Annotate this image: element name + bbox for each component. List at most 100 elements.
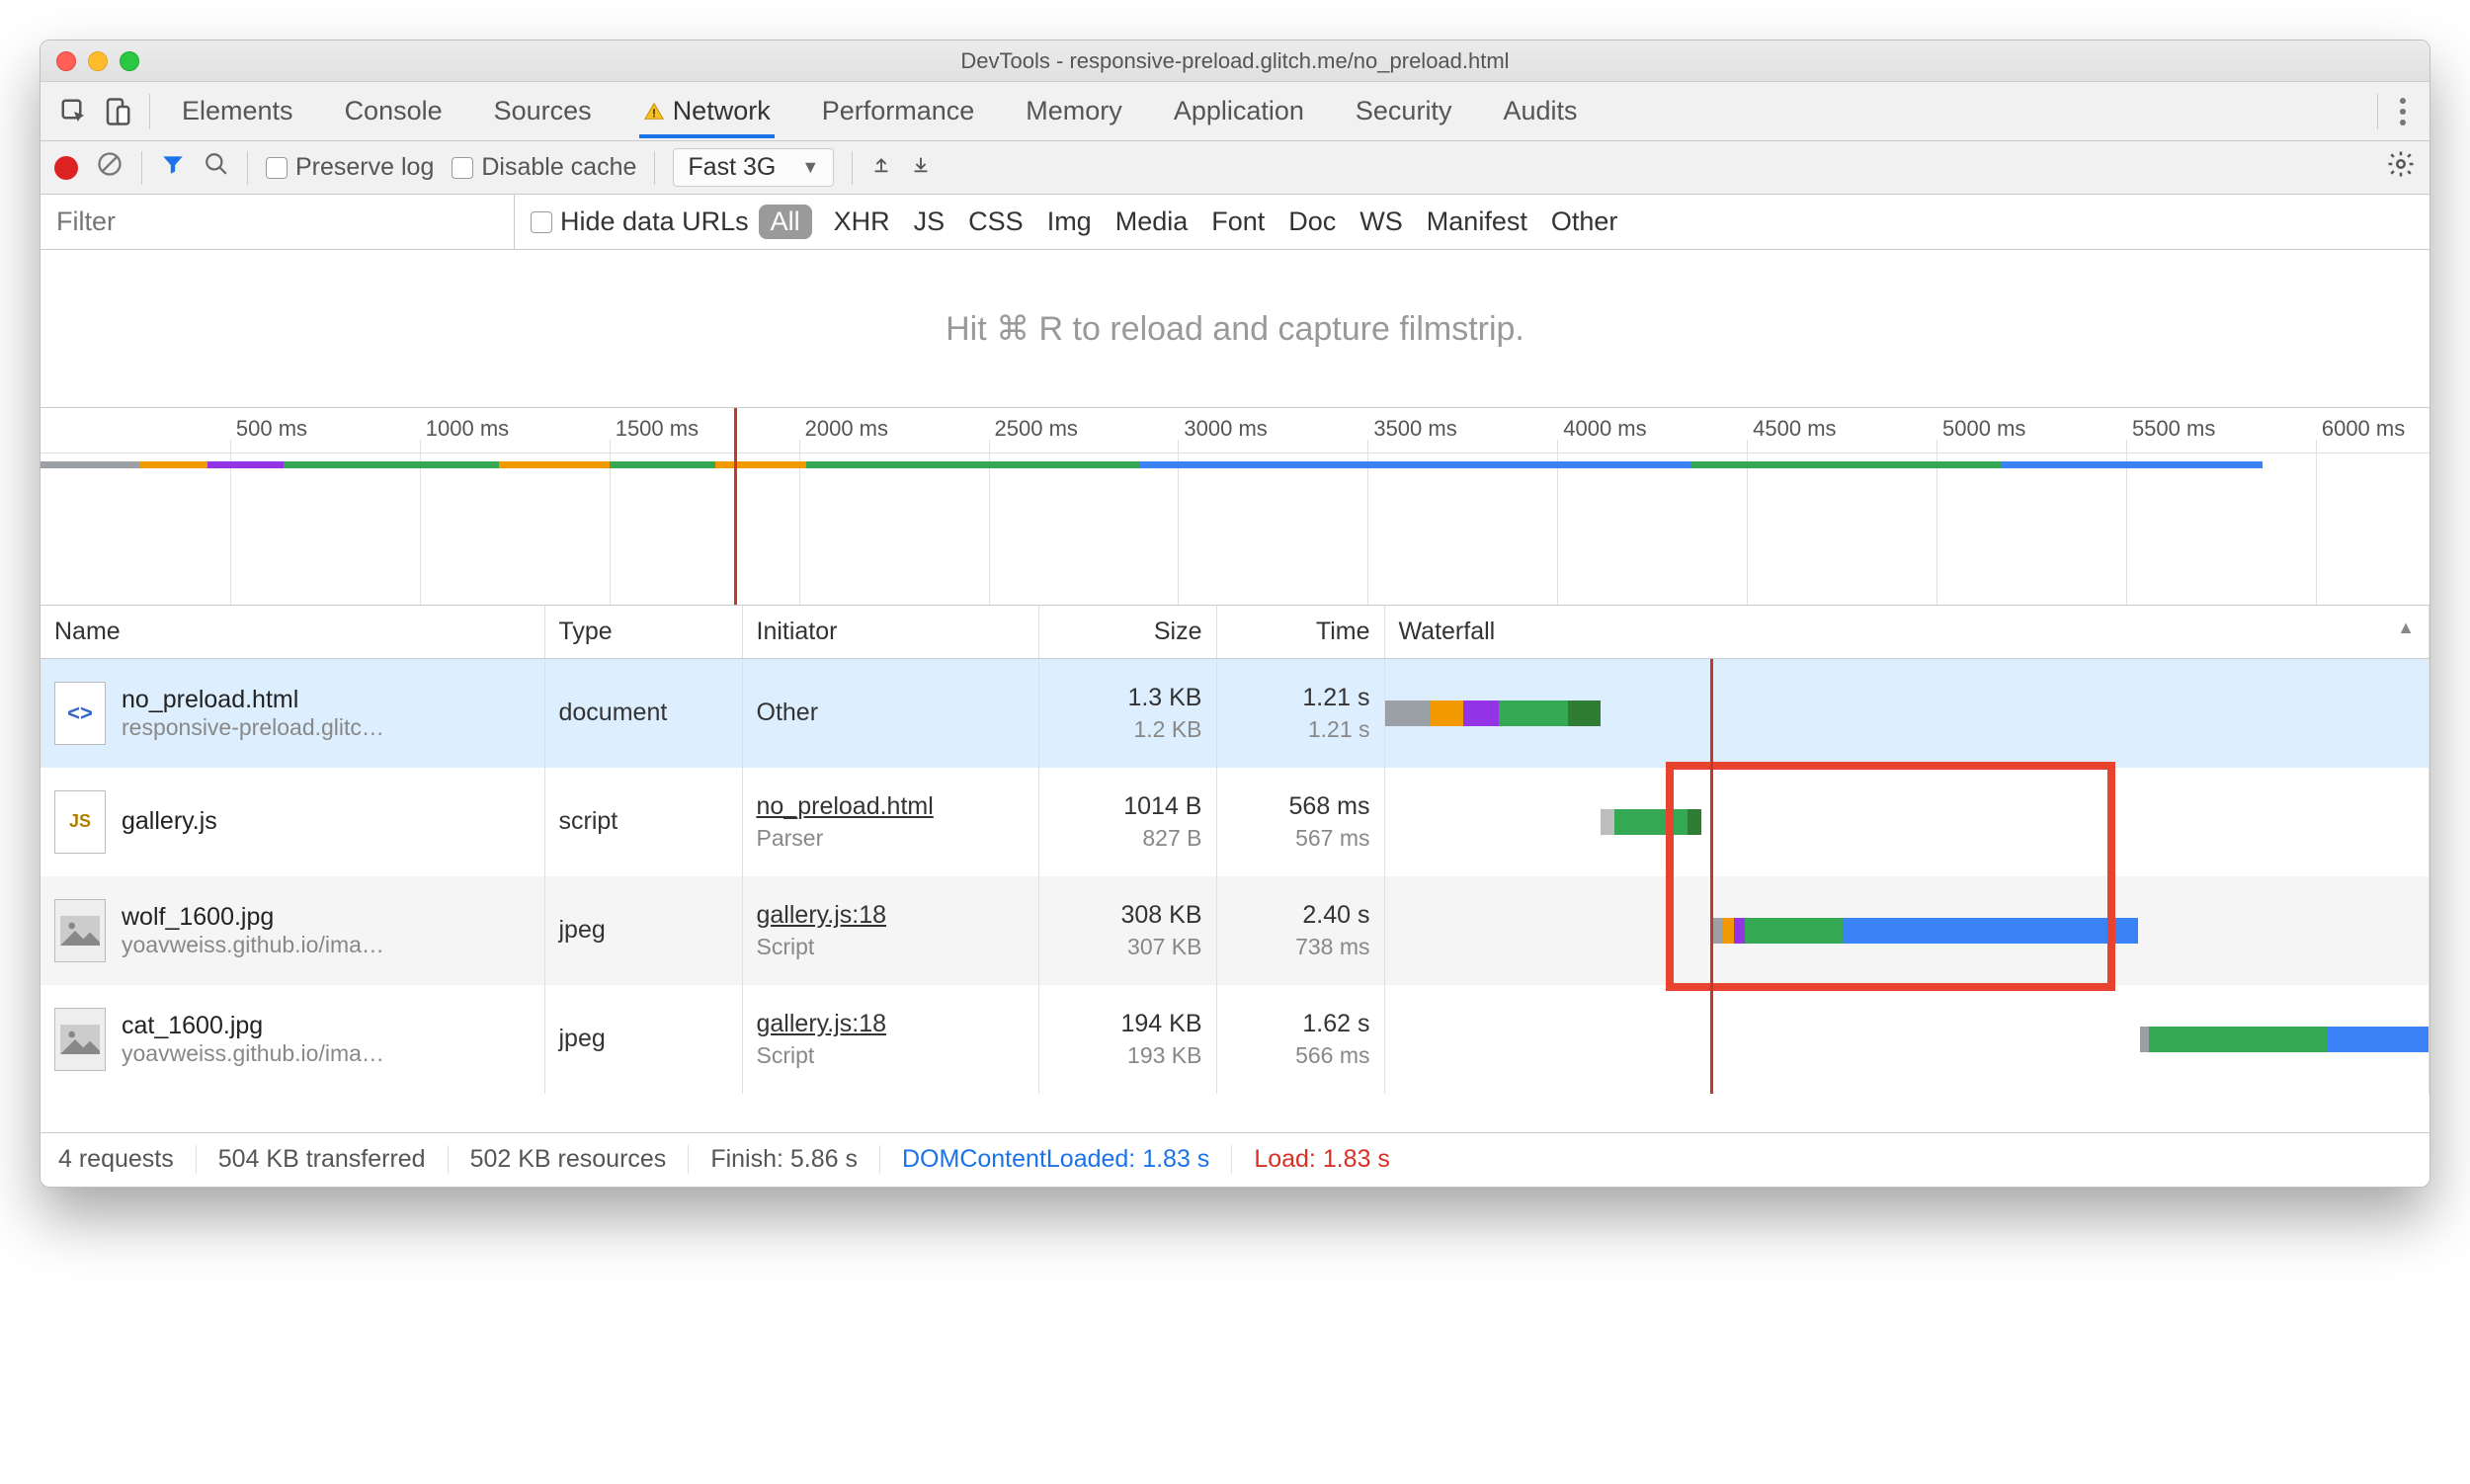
- status-load: Load: 1.83 s: [1232, 1145, 1412, 1174]
- type-filter-media[interactable]: Media: [1115, 206, 1189, 237]
- more-menu-icon[interactable]: [2388, 98, 2418, 125]
- type-filter-other[interactable]: Other: [1551, 206, 1618, 237]
- type-filter-all[interactable]: All: [759, 205, 812, 239]
- waterfall-segment: [2140, 1027, 2149, 1052]
- waterfall-segment: [1568, 701, 1600, 726]
- inspect-element-icon[interactable]: [52, 90, 96, 133]
- request-type: document: [544, 659, 742, 768]
- initiator-link[interactable]: gallery.js:18: [757, 901, 1025, 930]
- timeline-overview[interactable]: 500 ms1000 ms1500 ms2000 ms2500 ms3000 m…: [41, 408, 2429, 606]
- table-row[interactable]: JSgallery.jsscriptno_preload.htmlParser1…: [41, 768, 2429, 876]
- tab-label: Audits: [1503, 96, 1577, 126]
- filter-bar: Hide data URLs All XHR JS CSS Img Media Font Do…: [41, 195, 2429, 250]
- search-icon[interactable]: [204, 151, 229, 184]
- tab-memory[interactable]: Memory: [1022, 84, 1126, 138]
- waterfall-segment: [1723, 918, 1734, 944]
- disable-cache-checkbox[interactable]: Disable cache: [452, 153, 636, 182]
- waterfall-segment: [1385, 701, 1432, 726]
- waterfall-segment: [2149, 1027, 2328, 1052]
- initiator-link[interactable]: gallery.js:18: [757, 1010, 1025, 1038]
- tab-audits[interactable]: Audits: [1499, 84, 1581, 138]
- device-toolbar-icon[interactable]: [96, 90, 139, 133]
- status-finish: Finish: 5.86 s: [689, 1145, 880, 1174]
- tab-application[interactable]: Application: [1170, 84, 1308, 138]
- table-row[interactable]: <> no_preload.htmlresponsive-preload.glit…: [41, 659, 2429, 768]
- overview-bar-segment: [499, 461, 609, 468]
- type-filter-css[interactable]: CSS: [968, 206, 1024, 237]
- overview-bar-segment: [1690, 461, 2002, 468]
- tab-label: Security: [1356, 96, 1452, 126]
- initiator-type: Parser: [757, 825, 1025, 852]
- filter-input[interactable]: [41, 195, 515, 249]
- status-requests: 4 requests: [58, 1145, 197, 1174]
- tab-security[interactable]: Security: [1352, 84, 1456, 138]
- panel-tabs: Elements Console Sources Network Performance…: [178, 84, 1582, 138]
- waterfall-cell[interactable]: [1384, 659, 2429, 768]
- table-row[interactable]: cat_1600.jpgyoavweiss.github.io/ima…jpeg…: [41, 985, 2429, 1094]
- tab-performance[interactable]: Performance: [818, 84, 979, 138]
- time-latency: 738 ms: [1231, 934, 1370, 960]
- window-title: DevTools - responsive-preload.glitch.me/…: [41, 48, 2429, 74]
- initiator-link[interactable]: no_preload.html: [757, 792, 1025, 821]
- overview-bar-segment: [610, 461, 715, 468]
- preserve-log-checkbox[interactable]: Preserve log: [266, 153, 434, 182]
- table-row[interactable]: wolf_1600.jpgyoavweiss.github.io/ima…jpe…: [41, 876, 2429, 985]
- record-button[interactable]: [54, 156, 78, 180]
- tab-network[interactable]: Network: [639, 84, 775, 138]
- time-total: 2.40 s: [1231, 901, 1370, 930]
- waterfall-cell[interactable]: [1384, 768, 2429, 876]
- col-header-time[interactable]: Time: [1216, 606, 1384, 659]
- status-resources: 502 KB resources: [449, 1145, 690, 1174]
- col-header-type[interactable]: Type: [544, 606, 742, 659]
- throttling-select[interactable]: Fast 3G ▼: [673, 148, 834, 187]
- request-name: cat_1600.jpg: [122, 1012, 384, 1040]
- request-name: no_preload.html: [122, 686, 384, 714]
- col-header-size[interactable]: Size: [1038, 606, 1216, 659]
- waterfall-segment: [1601, 809, 1614, 835]
- tab-console[interactable]: Console: [341, 84, 447, 138]
- hide-data-urls-checkbox[interactable]: Hide data URLs: [531, 206, 749, 237]
- overview-bar-segment: [715, 461, 806, 468]
- devtools-window: DevTools - responsive-preload.glitch.me/…: [40, 40, 2430, 1188]
- table-empty-region: [41, 1094, 2429, 1133]
- tab-label: Performance: [822, 96, 975, 126]
- initiator-type: Script: [757, 934, 1025, 960]
- type-filter-font[interactable]: Font: [1211, 206, 1265, 237]
- time-total: 568 ms: [1231, 792, 1370, 821]
- col-header-name[interactable]: Name: [41, 606, 544, 659]
- tab-label: Application: [1174, 96, 1304, 126]
- settings-gear-icon[interactable]: [2386, 149, 2416, 186]
- initiator-type: Script: [757, 1042, 1025, 1069]
- tab-sources[interactable]: Sources: [490, 84, 596, 138]
- size-resource: 1.2 KB: [1053, 716, 1202, 743]
- type-filter-ws[interactable]: WS: [1359, 206, 1403, 237]
- overview-bar-segment: [2001, 461, 2263, 468]
- clear-icon[interactable]: [96, 150, 124, 185]
- type-filter-js[interactable]: JS: [914, 206, 946, 237]
- waterfall-segment: [1843, 918, 2138, 944]
- filter-toggle-icon[interactable]: [160, 151, 186, 184]
- load-event-marker: [1710, 659, 1713, 1094]
- time-total: 1.21 s: [1231, 684, 1370, 712]
- download-har-icon[interactable]: [910, 153, 932, 182]
- tab-elements[interactable]: Elements: [178, 84, 297, 138]
- request-domain: yoavweiss.github.io/ima…: [122, 1040, 384, 1067]
- type-filter-manifest[interactable]: Manifest: [1427, 206, 1527, 237]
- disable-cache-label: Disable cache: [481, 153, 636, 181]
- size-transfer: 1.3 KB: [1053, 684, 1202, 712]
- request-domain: responsive-preload.glitc…: [122, 714, 384, 741]
- request-name: wolf_1600.jpg: [122, 903, 384, 932]
- waterfall-cell[interactable]: [1384, 985, 2429, 1094]
- size-resource: 827 B: [1053, 825, 1202, 852]
- request-type: jpeg: [544, 876, 742, 985]
- col-header-waterfall[interactable]: Waterfall: [1384, 606, 2429, 659]
- waterfall-segment: [1734, 918, 1745, 944]
- type-filter-img[interactable]: Img: [1047, 206, 1092, 237]
- upload-har-icon[interactable]: [870, 153, 892, 182]
- type-filter-xhr[interactable]: XHR: [834, 206, 890, 237]
- waterfall-cell[interactable]: [1384, 876, 2429, 985]
- type-filter-doc[interactable]: Doc: [1288, 206, 1336, 237]
- document-icon: <>: [54, 682, 106, 745]
- col-header-initiator[interactable]: Initiator: [742, 606, 1038, 659]
- window-titlebar: DevTools - responsive-preload.glitch.me/…: [41, 41, 2429, 82]
